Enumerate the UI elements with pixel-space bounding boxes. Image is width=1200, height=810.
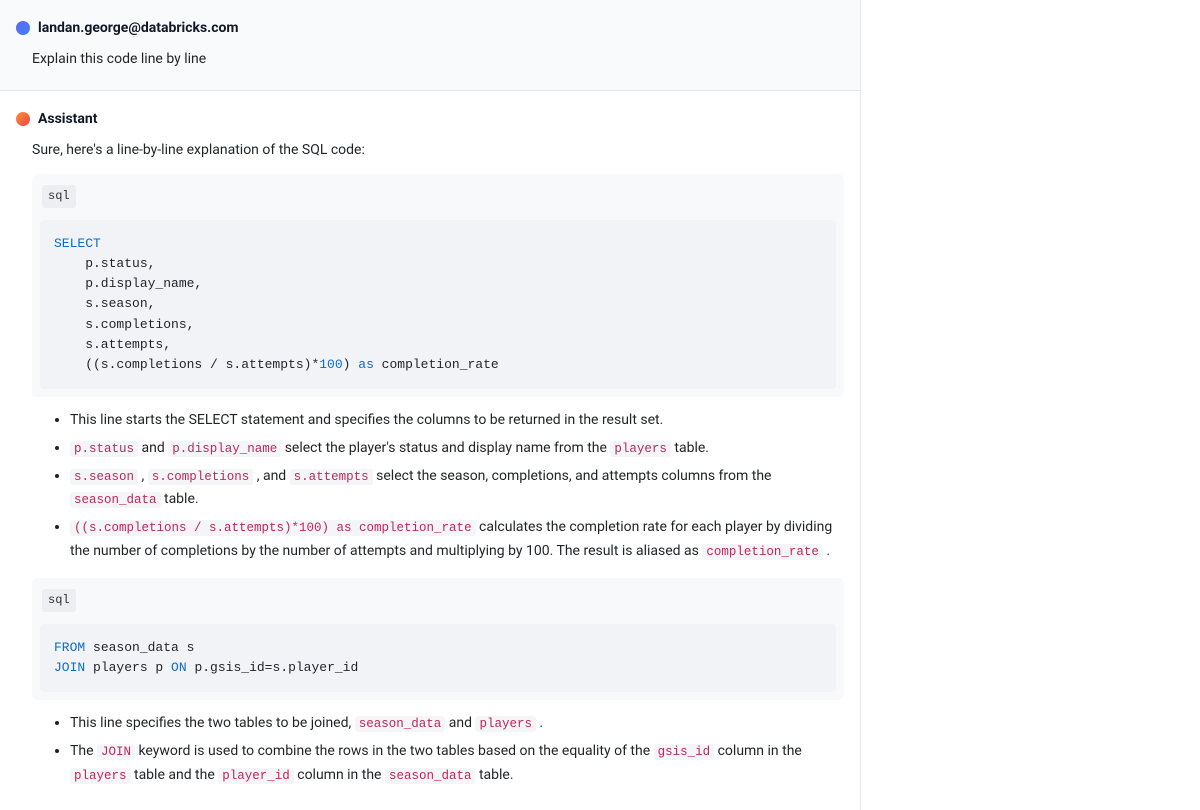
code-l3: p.display_name, bbox=[54, 276, 202, 291]
inline-code: s.completions bbox=[148, 469, 254, 485]
inline-code: players bbox=[610, 441, 671, 457]
inline-code: player_id bbox=[218, 768, 294, 784]
txt: column in the bbox=[294, 767, 385, 783]
txt: table. bbox=[671, 440, 709, 456]
code-l4: s.season, bbox=[54, 296, 155, 311]
inline-code: players bbox=[475, 716, 536, 732]
code-l6: s.attempts, bbox=[54, 337, 171, 352]
bullet-1-2: p.status and p.display_name select the p… bbox=[70, 437, 844, 461]
inline-code: s.season bbox=[70, 469, 138, 485]
code2-l2t1: players p bbox=[85, 660, 171, 675]
user-name: landan.george@databricks.com bbox=[38, 20, 239, 36]
assistant-avatar-icon bbox=[16, 112, 30, 126]
code-l7b: ) bbox=[343, 357, 359, 372]
inline-code: gsis_id bbox=[654, 744, 715, 760]
code-lang-wrap-1: sql bbox=[32, 174, 844, 212]
txt: . bbox=[823, 543, 830, 559]
txt: . bbox=[536, 715, 543, 731]
assistant-intro: Sure, here's a line-by-line explanation … bbox=[32, 139, 844, 161]
txt: select the player's status and display n… bbox=[281, 440, 610, 456]
txt: column in the bbox=[714, 743, 802, 759]
code-pre-1[interactable]: SELECT p.status, p.display_name, s.seaso… bbox=[40, 220, 836, 389]
code-l2: p.status, bbox=[54, 256, 155, 271]
code2-l2t2: p.gsis_id=s.player_id bbox=[187, 660, 359, 675]
txt: This line specifies the two tables to be… bbox=[70, 715, 355, 731]
user-message: landan.george@databricks.com Explain thi… bbox=[0, 0, 860, 91]
code-kw-select: SELECT bbox=[54, 236, 101, 251]
assistant-name: Assistant bbox=[38, 111, 98, 127]
inline-code: p.status bbox=[70, 441, 138, 457]
explain-list-2: This line specifies the two tables to be… bbox=[32, 712, 844, 787]
chat-page: landan.george@databricks.com Explain thi… bbox=[0, 0, 1200, 810]
code-kw-join: JOIN bbox=[54, 660, 85, 675]
code-lang-badge-1: sql bbox=[42, 185, 76, 208]
txt: The bbox=[70, 743, 97, 759]
user-body: Explain this code line by line bbox=[16, 48, 844, 70]
assistant-body: Sure, here's a line-by-line explanation … bbox=[16, 139, 844, 787]
code-kw-from: FROM bbox=[54, 640, 85, 655]
code-kw-as: as bbox=[358, 357, 374, 372]
txt: and bbox=[445, 715, 475, 731]
inline-code: season_data bbox=[355, 716, 446, 732]
user-avatar-icon bbox=[16, 21, 30, 35]
txt: , bbox=[138, 468, 148, 484]
inline-code: season_data bbox=[385, 768, 476, 784]
code-lang-badge-2: sql bbox=[42, 589, 76, 612]
right-panel-divider bbox=[860, 0, 861, 810]
bullet-1-1: This line starts the SELECT statement an… bbox=[70, 409, 844, 433]
code-lang-wrap-2: sql bbox=[32, 578, 844, 616]
txt: keyword is used to combine the rows in t… bbox=[135, 743, 654, 759]
txt: table. bbox=[161, 491, 199, 507]
code-pre-2[interactable]: FROM season_data s JOIN players p ON p.g… bbox=[40, 624, 836, 692]
chat-content: landan.george@databricks.com Explain thi… bbox=[0, 0, 860, 810]
bullet-2-1: This line specifies the two tables to be… bbox=[70, 712, 844, 736]
txt: select the season, completions, and atte… bbox=[373, 468, 772, 484]
inline-code: p.display_name bbox=[168, 441, 281, 457]
bullet-1-1-text: This line starts the SELECT statement an… bbox=[70, 412, 663, 428]
inline-code: players bbox=[70, 768, 131, 784]
assistant-message: Assistant Sure, here's a line-by-line ex… bbox=[0, 91, 860, 809]
code-pre-wrap-1: SELECT p.status, p.display_name, s.seaso… bbox=[32, 212, 844, 397]
explain-list-1: This line starts the SELECT statement an… bbox=[32, 409, 844, 564]
code-l7a: ((s.completions / s.attempts)* bbox=[54, 357, 319, 372]
user-header: landan.george@databricks.com bbox=[16, 20, 844, 36]
code-l7c: completion_rate bbox=[374, 357, 499, 372]
code-kw-on: ON bbox=[171, 660, 187, 675]
code-l7-num: 100 bbox=[319, 357, 342, 372]
code-l5: s.completions, bbox=[54, 317, 194, 332]
inline-code: JOIN bbox=[97, 744, 135, 760]
inline-code: completion_rate bbox=[702, 544, 823, 560]
code-block-1: sql SELECT p.status, p.display_name, s.s… bbox=[32, 174, 844, 397]
inline-code: ((s.completions / s.attempts)*100) as co… bbox=[70, 520, 476, 536]
assistant-header: Assistant bbox=[16, 111, 844, 127]
bullet-1-4: ((s.completions / s.attempts)*100) as co… bbox=[70, 516, 844, 564]
bullet-1-3: s.season , s.completions , and s.attempt… bbox=[70, 465, 844, 513]
code2-l1t: season_data s bbox=[85, 640, 194, 655]
txt: and bbox=[138, 440, 168, 456]
code-block-2: sql FROM season_data s JOIN players p ON… bbox=[32, 578, 844, 700]
user-message-text: Explain this code line by line bbox=[32, 48, 844, 70]
inline-code: s.attempts bbox=[290, 469, 373, 485]
bullet-2-2: The JOIN keyword is used to combine the … bbox=[70, 740, 844, 788]
txt: , and bbox=[253, 468, 289, 484]
inline-code: season_data bbox=[70, 492, 161, 508]
txt: table and the bbox=[131, 767, 219, 783]
txt: table. bbox=[475, 767, 513, 783]
code-pre-wrap-2: FROM season_data s JOIN players p ON p.g… bbox=[32, 616, 844, 700]
